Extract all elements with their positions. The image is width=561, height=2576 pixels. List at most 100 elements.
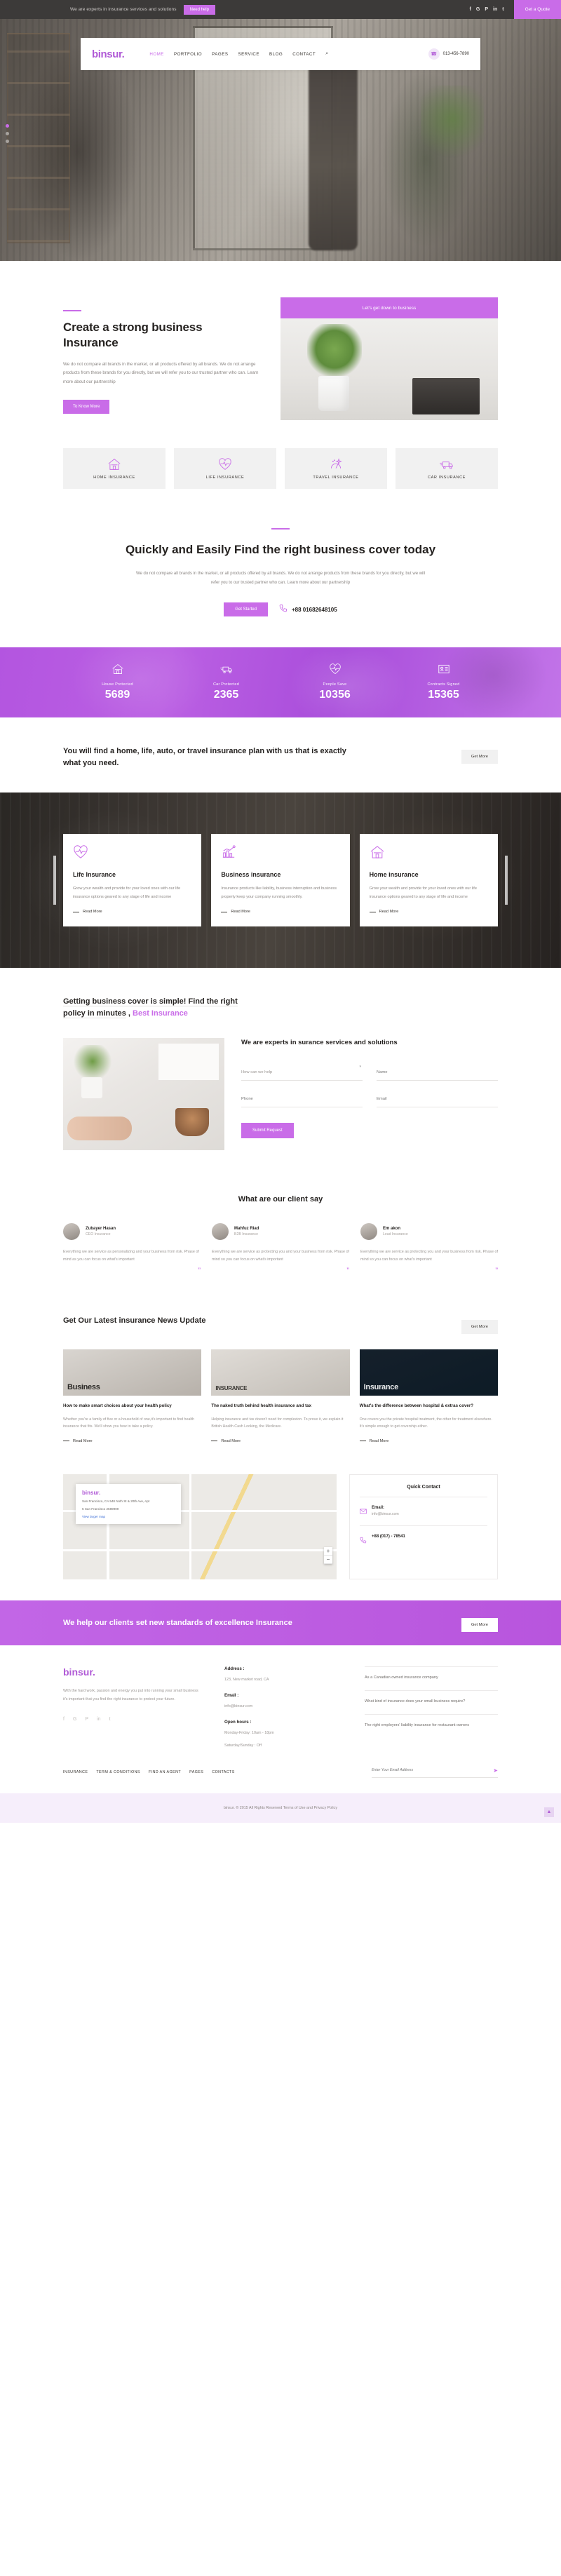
news-card[interactable]: Business How to make smart choices about… [63, 1349, 202, 1443]
stat-contracts-signed: Contracts Signed 15365 [389, 663, 498, 701]
submit-request-button[interactable]: Submit Request [241, 1122, 294, 1138]
read-more-link[interactable]: Read More [63, 1439, 201, 1443]
cta-get-more-button[interactable]: Get More [461, 1617, 498, 1632]
insurance-card-home[interactable]: Home insurance Grow your wealth and prov… [359, 833, 498, 927]
to-know-more-button[interactable]: To Know More [63, 399, 110, 414]
footer-hours-weekday: Monday-Friday: 10am - 18pm [224, 1731, 274, 1736]
hero-slider-dots[interactable] [6, 124, 9, 143]
read-more-link[interactable]: Read More [221, 910, 339, 914]
slider-dot-1[interactable] [6, 124, 9, 128]
slider-dot-2[interactable] [6, 132, 9, 135]
nav-item-portfolio[interactable]: PORTFOLIO [174, 52, 202, 57]
footer-news-item[interactable]: What kind of insurance does your small b… [365, 1690, 498, 1714]
read-more-link[interactable]: Read More [73, 910, 191, 914]
footer-bottom: INSURANCE TERM & CONDITIONS FIND AN AGEN… [63, 1767, 498, 1793]
service-card-home-insurance[interactable]: HOME INSURANCE [63, 448, 165, 489]
newsletter-email-input[interactable] [372, 1768, 494, 1773]
email-field[interactable] [377, 1091, 498, 1107]
footer-link-pages[interactable]: PAGES [189, 1770, 203, 1774]
slider-dot-3[interactable] [6, 140, 9, 143]
testimonials-heading: What are our client say [238, 1195, 323, 1204]
search-icon[interactable]: ⌕ [325, 51, 328, 57]
carousel-next-arrow[interactable] [505, 856, 508, 905]
quick-body: We do not compare all brands in the mark… [135, 571, 426, 585]
form-heading-line2: policy in minutes [63, 1009, 126, 1019]
news-body: Whether you're a family of five or a hou… [63, 1417, 194, 1429]
read-more-label: Read More [83, 910, 102, 915]
phone-icon: ☎ [428, 48, 440, 60]
help-select-field[interactable]: ▾ [241, 1064, 363, 1081]
form-heading-comma: , [126, 1009, 133, 1018]
header-phone-number: 013-456-7890 [442, 52, 469, 56]
phone-field[interactable] [241, 1091, 363, 1107]
newsletter-subscribe[interactable]: ➤ [372, 1767, 498, 1778]
divider [360, 1525, 487, 1526]
insurance-card-business[interactable]: Business insurance Insurance products li… [211, 833, 350, 927]
nav-item-pages[interactable]: PAGES [212, 52, 228, 57]
read-more-link[interactable]: Read More [211, 1439, 349, 1443]
testimonial-card: Em akon Lead Insurance Everything we are… [360, 1223, 498, 1275]
footer-link-terms[interactable]: TERM & CONDITIONS [96, 1770, 140, 1774]
testimonial-head: Em akon Lead Insurance [360, 1223, 498, 1241]
name-field[interactable] [377, 1064, 498, 1081]
truck-icon [439, 458, 454, 471]
quick-actions: Get Started +88 01682648105 [0, 602, 561, 617]
form-heading: Getting business cover is simple! Find t… [63, 996, 498, 1020]
twitter-icon[interactable]: t [502, 7, 503, 12]
read-more-label: Read More [369, 1438, 389, 1443]
linkedin-icon[interactable]: in [97, 1717, 100, 1722]
insurance-card-life[interactable]: Life Insurance Grow your wealth and prov… [63, 833, 202, 927]
strip-get-more-button[interactable]: Get More [461, 750, 498, 764]
top-bar-right: f G P in t Get a Quote [470, 0, 561, 19]
footer-news-item[interactable]: The right employers' liability insurance… [365, 1714, 498, 1738]
news-card[interactable]: INSURANCE The naked truth behind health … [211, 1349, 350, 1443]
phone-input[interactable] [241, 1096, 363, 1101]
nav-item-blog[interactable]: BLOG [269, 52, 283, 57]
name-input[interactable] [377, 1070, 498, 1074]
header-phone[interactable]: ☎ 013-456-7890 [428, 48, 469, 60]
help-select-input[interactable] [241, 1070, 363, 1074]
news-get-more-button[interactable]: Get More [461, 1319, 498, 1334]
nav-item-home[interactable]: HOME [149, 52, 164, 57]
footer-news-item[interactable]: As a Canadian owned insurance company [365, 1666, 498, 1690]
google-icon[interactable]: G [476, 7, 480, 12]
service-card-car-insurance[interactable]: CAR INSURANCE [396, 448, 498, 489]
get-a-quote-button[interactable]: Get a Quote [513, 0, 561, 19]
carousel-prev-arrow[interactable] [53, 856, 56, 905]
nav-item-service[interactable]: SERVICE [238, 52, 259, 57]
read-more-link[interactable]: Read More [359, 1438, 498, 1443]
service-card-travel-insurance[interactable]: TRAVEL INSURANCE [285, 448, 387, 489]
quick-phone[interactable]: +88 01682648105 [279, 603, 337, 616]
pinterest-icon[interactable]: P [85, 1717, 88, 1722]
facebook-icon[interactable]: f [63, 1717, 65, 1722]
site-logo[interactable]: binsur. [92, 48, 125, 60]
news-card[interactable]: Insurance What's the difference between … [359, 1349, 498, 1443]
map-zoom-in-button[interactable]: + [324, 1547, 332, 1556]
form-illustration [63, 1038, 224, 1151]
pinterest-icon[interactable]: P [485, 7, 488, 12]
map-zoom-out-button[interactable]: − [324, 1556, 332, 1564]
read-more-link[interactable]: Read More [369, 910, 488, 914]
twitter-icon[interactable]: t [109, 1717, 111, 1722]
map-widget[interactable]: binsur. San Francisco, CA 548 Noth St & … [63, 1474, 337, 1579]
footer-link-insurance[interactable]: INSURANCE [63, 1770, 88, 1774]
footer-link-find-agent[interactable]: FIND AN AGENT [149, 1770, 181, 1774]
service-card-life-insurance[interactable]: LIFE INSURANCE [174, 448, 276, 489]
scroll-to-top-button[interactable]: ▲ [544, 1807, 554, 1817]
email-input[interactable] [377, 1096, 498, 1101]
need-help-button[interactable]: Need help [183, 4, 215, 15]
quick-contact-phone: +88 (017) - 78541 [360, 1535, 487, 1547]
send-icon[interactable]: ➤ [493, 1767, 498, 1774]
get-started-button[interactable]: Get Started [224, 602, 268, 617]
map-card-link[interactable]: View larger map [82, 1515, 175, 1518]
pot-decor [81, 1077, 102, 1099]
accent-bar [63, 310, 81, 311]
linkedin-icon[interactable]: in [493, 7, 497, 12]
google-icon[interactable]: G [73, 1717, 76, 1722]
nav-item-contact[interactable]: CONTACT [292, 52, 316, 57]
home-icon [370, 845, 488, 863]
map-zoom-controls[interactable]: + − [324, 1546, 332, 1564]
footer-logo[interactable]: binsur. [63, 1666, 203, 1678]
footer-link-contacts[interactable]: CONTACTS [212, 1770, 234, 1774]
facebook-icon[interactable]: f [470, 7, 471, 12]
